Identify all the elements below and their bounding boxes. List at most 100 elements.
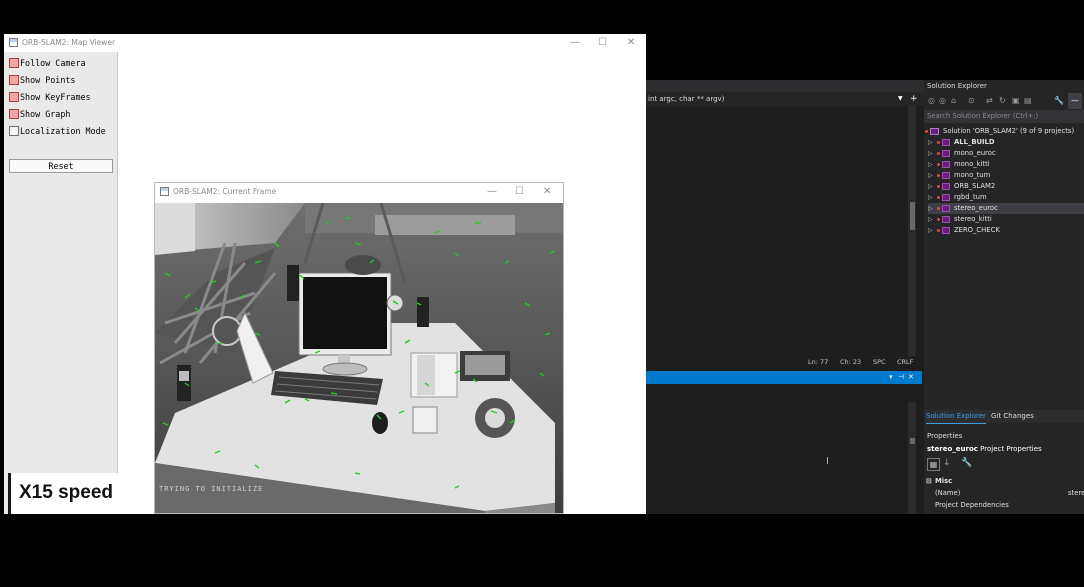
maximize-icon[interactable]: ☐	[515, 183, 524, 201]
editor-scrollbar-thumb[interactable]	[910, 202, 915, 230]
checkbox-box[interactable]	[9, 109, 19, 119]
dropdown-arrow-icon[interactable]: ▼	[898, 92, 903, 106]
checkbox-box[interactable]	[9, 75, 19, 85]
project-item-orb-slam2[interactable]: ▷ ORB_SLAM2	[928, 181, 1084, 192]
status-dot-icon	[937, 163, 940, 166]
editor-nav-bar[interactable]: int argc, char ** argv) ▼ +	[646, 92, 924, 106]
checkbox-box[interactable]	[9, 126, 19, 136]
project-item-all-build[interactable]: ▷ ALL_BUILD	[928, 137, 1084, 148]
output-scrollbar[interactable]	[908, 402, 916, 514]
project-item-mono-euroc[interactable]: ▷ mono_euroc	[928, 148, 1084, 159]
checkbox-box[interactable]	[9, 58, 19, 68]
property-label: (Name)	[935, 489, 961, 497]
project-icon	[942, 139, 950, 146]
minimize-icon[interactable]: —	[570, 34, 580, 52]
properties-section-misc[interactable]: ⊟ Misc	[924, 475, 1084, 487]
home-icon[interactable]: ⌂	[951, 93, 956, 109]
app-icon	[160, 187, 169, 196]
project-item-mono-kitti[interactable]: ▷ mono_kitti	[928, 159, 1084, 170]
status-dot-icon	[937, 229, 940, 232]
property-row[interactable]: Project Dependencies	[924, 499, 1084, 511]
split-editor-icon[interactable]: +	[910, 92, 918, 106]
expand-arrow-icon[interactable]: ▷	[928, 203, 933, 214]
pin-icon[interactable]: ⊣	[898, 371, 904, 384]
show-all-files-icon[interactable]: ▤	[1024, 93, 1032, 109]
categorized-icon[interactable]: ▦	[927, 458, 940, 471]
project-item-stereo-euroc[interactable]: ▷ stereo_euroc	[928, 203, 1084, 214]
line-ending-indicator[interactable]: CRLF	[897, 356, 913, 368]
window-title: ORB-SLAM2: Current Frame	[173, 187, 277, 196]
minimize-icon[interactable]: —	[487, 183, 497, 201]
project-item-rgbd-tum[interactable]: ▷ rgbd_tum	[928, 192, 1084, 203]
expand-arrow-icon[interactable]: ▷	[928, 214, 933, 225]
checkbox-label: Show KeyFrames	[20, 92, 91, 102]
status-dot-icon	[925, 130, 928, 133]
project-item-zero-check[interactable]: ▷ ZERO_CHECK	[928, 225, 1084, 236]
property-value[interactable]: stere	[1068, 487, 1084, 499]
status-dot-icon	[937, 218, 940, 221]
collapse-icon[interactable]: ⊟	[926, 475, 932, 487]
explorer-tab-strip: Solution Explorer Git Changes	[924, 410, 1084, 424]
status-dot-icon	[937, 196, 940, 199]
close-icon[interactable]: ✕	[908, 371, 914, 384]
tab-git-changes[interactable]: Git Changes	[991, 410, 1034, 423]
expand-arrow-icon[interactable]: ▷	[928, 148, 933, 159]
checkbox-label: Show Graph	[20, 109, 71, 119]
dropdown-arrow-icon[interactable]: ▾	[889, 371, 893, 384]
tab-solution-explorer[interactable]: Solution Explorer	[926, 410, 986, 424]
switch-views-icon[interactable]: ⊙	[968, 93, 975, 109]
tracking-status-text: TRYING TO INITIALIZE	[159, 485, 264, 493]
expand-arrow-icon[interactable]: ▷	[928, 192, 933, 203]
output-panel-header: ▾ ⊣ ✕	[646, 371, 922, 384]
project-icon	[942, 172, 950, 179]
code-editor[interactable]	[646, 106, 906, 352]
current-frame-titlebar[interactable]: ORB-SLAM2: Current Frame — ☐ ✕	[155, 183, 563, 202]
alphabetical-icon[interactable]: ↓	[943, 458, 951, 468]
collapse-all-icon[interactable]: ▣	[1012, 93, 1020, 109]
section-label: Misc	[935, 477, 953, 485]
status-dot-icon	[937, 152, 940, 155]
property-row[interactable]: (Name) stere	[924, 487, 1084, 499]
editor-tab-strip	[646, 80, 924, 92]
editor-scrollbar[interactable]	[908, 106, 916, 356]
properties-object-type: Project Properties	[980, 445, 1042, 453]
whitespace-indicator[interactable]: SPC	[873, 356, 886, 368]
map-viewer-titlebar[interactable]: ORB-SLAM2: Map Viewer — ☐ ✕	[4, 34, 646, 52]
solution-explorer-title: Solution Explorer	[927, 82, 987, 90]
solution-search-input[interactable]: Search Solution Explorer (Ctrl+;)	[924, 110, 1084, 123]
preview-selected-icon[interactable]: —	[1068, 93, 1082, 109]
maximize-icon[interactable]: ☐	[598, 34, 607, 52]
project-label: ORB_SLAM2	[954, 182, 996, 190]
checkbox-label: Localization Mode	[20, 126, 106, 136]
expand-arrow-icon[interactable]: ▷	[928, 170, 933, 181]
column-indicator[interactable]: Ch: 23	[840, 356, 861, 368]
output-scrollbar-thumb[interactable]	[910, 438, 915, 444]
solution-root[interactable]: Solution 'ORB_SLAM2' (9 of 9 projects)	[924, 126, 1084, 137]
back-icon[interactable]: ◎	[928, 93, 935, 109]
project-item-stereo-kitti[interactable]: ▷ stereo_kitti	[928, 214, 1084, 225]
project-icon	[942, 216, 950, 223]
sync-icon[interactable]: ⇄	[986, 93, 993, 109]
forward-icon[interactable]: ◎	[939, 93, 946, 109]
expand-arrow-icon[interactable]: ▷	[928, 225, 933, 236]
project-icon	[942, 205, 950, 212]
solution-explorer-panel: Solution Explorer ◎ ◎ ⌂ ⊙ ⇄ ↻ ▣ ▤ 🔧 — Se…	[924, 80, 1084, 514]
project-item-mono-tum[interactable]: ▷ mono_tum	[928, 170, 1084, 181]
desk-scene-image	[155, 203, 563, 513]
expand-arrow-icon[interactable]: ▷	[928, 181, 933, 192]
refresh-icon[interactable]: ↻	[999, 93, 1006, 109]
properties-object[interactable]: stereo_euroc Project Properties	[924, 443, 1084, 455]
project-icon	[942, 161, 950, 168]
reset-button[interactable]: Reset	[9, 159, 113, 173]
wrench-icon[interactable]: 🔧	[1054, 93, 1064, 109]
close-icon[interactable]: ✕	[627, 34, 635, 52]
property-pages-icon[interactable]: 🔧	[961, 458, 972, 468]
checkbox-box[interactable]	[9, 92, 19, 102]
expand-arrow-icon[interactable]: ▷	[928, 159, 933, 170]
project-icon	[942, 150, 950, 157]
output-panel	[646, 384, 924, 514]
expand-arrow-icon[interactable]: ▷	[928, 137, 933, 148]
close-icon[interactable]: ✕	[543, 183, 551, 201]
properties-title: Properties	[927, 432, 963, 440]
line-indicator[interactable]: Ln: 77	[808, 356, 828, 368]
